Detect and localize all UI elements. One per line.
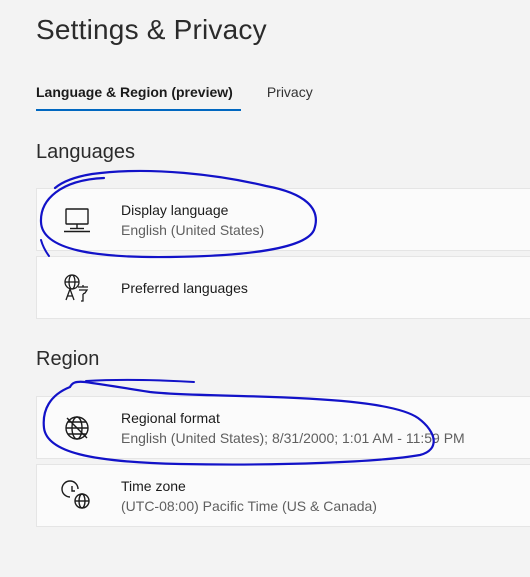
annotation-stroke-top (85, 378, 195, 383)
monitor-icon (61, 204, 93, 236)
display-language-label: Display language (121, 201, 229, 218)
regional-format-label: Regional format (121, 409, 220, 426)
tab-language-region[interactable]: Language & Region (preview) (36, 84, 241, 111)
time-zone-label: Time zone (121, 477, 186, 494)
preferred-languages-label: Preferred languages (121, 279, 248, 296)
time-zone-value: (UTC-08:00) Pacific Time (US & Canada) (121, 497, 377, 514)
language-translate-icon (61, 272, 93, 304)
display-language-card[interactable]: Display language English (United States) (36, 188, 530, 251)
preferred-languages-card[interactable]: Preferred languages (36, 256, 530, 319)
globe-format-icon (61, 412, 93, 444)
tab-bar: Language & Region (preview) Privacy (36, 84, 313, 111)
region-heading: Region (36, 348, 100, 370)
tab-privacy[interactable]: Privacy (267, 84, 313, 111)
page-title: Settings & Privacy (36, 14, 267, 45)
regional-format-value: English (United States); 8/31/2000; 1:01… (121, 429, 465, 446)
time-zone-card[interactable]: Time zone (UTC-08:00) Pacific Time (US &… (36, 464, 530, 527)
regional-format-card[interactable]: Regional format English (United States);… (36, 396, 530, 459)
languages-heading: Languages (36, 141, 135, 163)
display-language-value: English (United States) (121, 221, 265, 238)
clock-globe-icon (61, 479, 93, 512)
